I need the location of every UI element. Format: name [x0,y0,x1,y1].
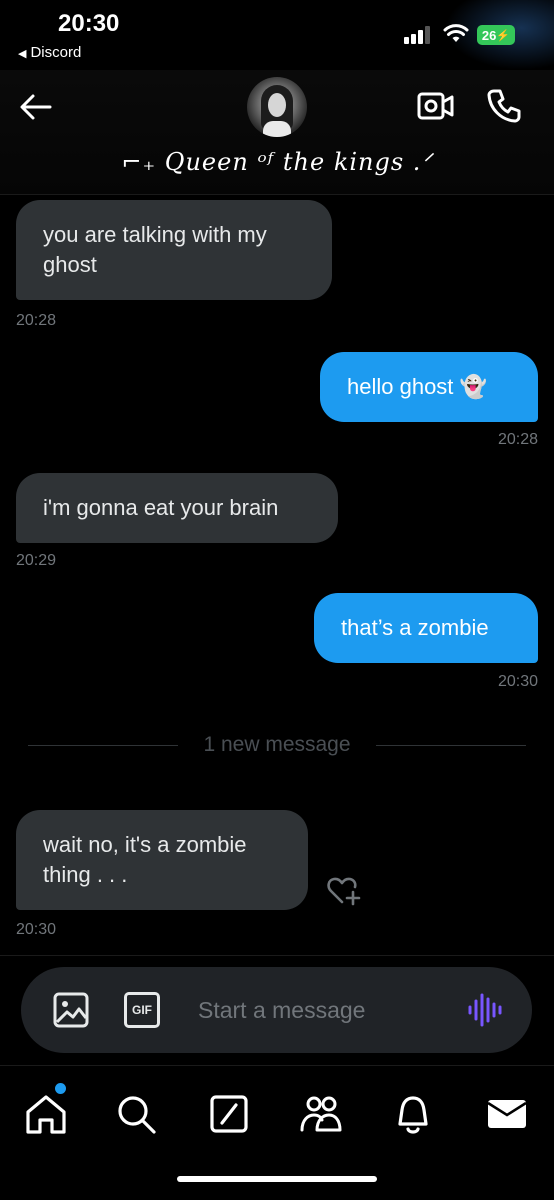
back-triangle-icon: ◀ [18,48,27,60]
message-line: that’s a zombie [341,615,489,640]
message-line: wait no, it's a zombie [43,832,247,857]
heart-plus-icon[interactable] [326,875,362,907]
message-line: i'm gonna eat your brain [43,495,279,520]
wifi-icon [443,24,469,42]
message-list[interactable]: you are talking with my ghost 20:28 hell… [0,195,554,955]
notifications-icon[interactable] [391,1092,435,1136]
back-to-app-link[interactable]: ◀ Discord [18,44,81,61]
back-app-label: Discord [30,44,82,61]
message-timestamp: 20:30 [16,921,57,938]
message-timestamp: 20:29 [16,552,57,569]
communities-icon[interactable] [299,1092,343,1136]
status-bar: 20:30 ◀ Discord 26 ⚡ [0,0,554,70]
message-input[interactable] [198,991,448,1029]
phone-icon[interactable] [486,88,522,124]
back-arrow-icon[interactable] [18,92,54,122]
search-icon[interactable] [114,1092,158,1136]
grok-icon[interactable] [207,1092,251,1136]
message-line: you are talking with my [43,222,267,247]
message-timestamp: 20:28 [497,431,538,448]
incoming-message-bubble[interactable]: you are talking with my ghost [16,200,332,300]
battery-indicator: 26 ⚡ [477,25,515,45]
notification-dot [55,1083,66,1094]
home-indicator [177,1176,377,1182]
messages-icon[interactable] [485,1092,529,1136]
message-line: hello ghost 👻 [347,374,487,399]
message-timestamp: 20:30 [497,673,538,690]
charging-bolt-icon: ⚡ [496,29,511,42]
conversation-header: ⌐₊ Queen ᵒᶠ the kings .ᐟ [0,70,554,195]
incoming-message-bubble[interactable]: i'm gonna eat your brain [16,473,338,543]
bottom-navigation [0,1065,554,1200]
outgoing-message-bubble[interactable]: hello ghost 👻 [320,352,538,422]
new-messages-divider: 1 new message [28,733,526,757]
gif-label: GIF [132,1003,152,1017]
incoming-message-bubble[interactable]: wait no, it's a zombie thing . . . [16,810,308,910]
gif-icon[interactable]: GIF [124,992,160,1028]
new-messages-label: 1 new message [203,733,351,756]
image-icon[interactable] [53,992,89,1028]
contact-display-name[interactable]: ⌐₊ Queen ᵒᶠ the kings .ᐟ [0,148,554,176]
home-icon[interactable] [24,1092,68,1136]
video-camera-icon[interactable] [417,90,455,122]
message-line: thing . . . [43,862,128,887]
outgoing-message-bubble[interactable]: that’s a zombie [314,593,538,663]
voice-waveform-icon[interactable] [467,993,503,1027]
cellular-signal-icon [404,26,434,44]
status-time: 20:30 [58,10,120,37]
composer-separator [0,955,554,956]
message-timestamp: 20:28 [16,312,57,329]
battery-level: 26 [481,27,497,43]
contact-avatar[interactable] [247,77,307,137]
message-line: ghost [43,252,97,277]
message-composer: GIF [21,967,532,1053]
